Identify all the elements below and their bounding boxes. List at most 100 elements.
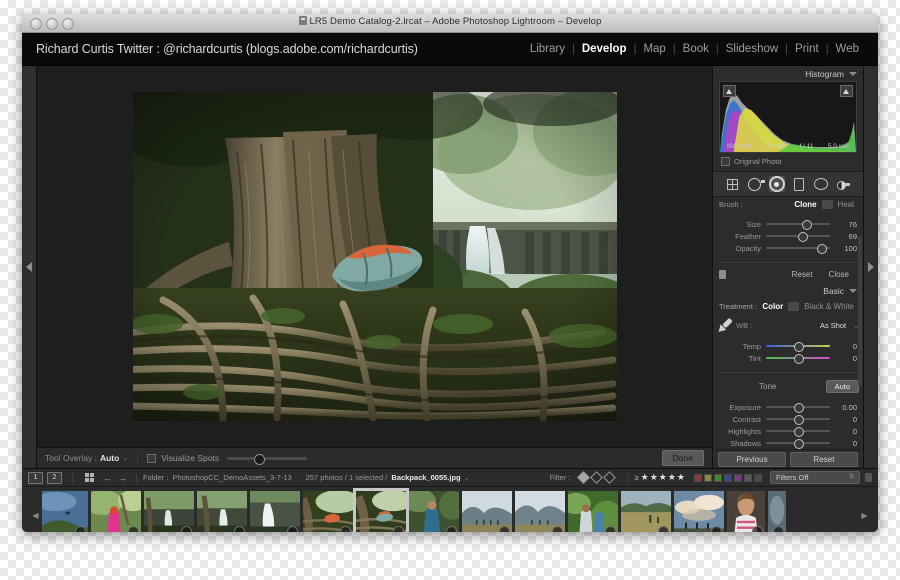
badge-develop-icon[interactable]: [393, 526, 404, 532]
tool-overlay-value[interactable]: Auto: [100, 453, 119, 463]
spot-removal-tool[interactable]: [746, 176, 762, 192]
filmstrip-thumbnail[interactable]: •: [462, 491, 512, 532]
filmstrip-thumbnail[interactable]: [250, 491, 300, 532]
folder-name[interactable]: PhotoshopCC_DemoAssets_3-7-13: [172, 473, 291, 482]
slider-row-temp[interactable]: Temp 0: [719, 340, 857, 352]
flag-filters[interactable]: [576, 471, 616, 484]
slider-knob[interactable]: [794, 427, 804, 437]
histogram[interactable]: ISO 200 20 mm f / 11 5.0 sec: [719, 81, 857, 153]
back-arrow-icon[interactable]: ←: [103, 473, 112, 483]
highlight-clipping-indicator[interactable]: [840, 85, 853, 97]
chevron-down-icon[interactable]: [849, 71, 857, 76]
previous-button[interactable]: Previous: [718, 451, 786, 467]
treatment-row[interactable]: Treatment : Color Black & White: [713, 298, 863, 316]
filmstrip-thumbnail[interactable]: [303, 491, 353, 532]
slider-knob[interactable]: [801, 220, 812, 230]
clone-stamp-icon[interactable]: [719, 270, 726, 279]
slider-row-highlights[interactable]: Highlights 0: [719, 425, 857, 437]
scroll-left-arrow[interactable]: ◀: [32, 511, 39, 520]
slider-row-contrast[interactable]: Contrast 0: [719, 413, 857, 425]
slider-knob[interactable]: [797, 232, 808, 242]
flag-rejected-icon[interactable]: [602, 471, 616, 484]
wb-value[interactable]: As Shot: [820, 321, 846, 330]
visualize-spots-slider[interactable]: [227, 453, 308, 465]
module-book[interactable]: Book: [676, 43, 716, 55]
slider-track[interactable]: [766, 232, 830, 242]
white-balance-row[interactable]: WB : As Shot ⌄: [713, 316, 863, 336]
develop-photo[interactable]: [132, 92, 617, 421]
flag-unflagged-icon[interactable]: [589, 471, 603, 484]
module-picker[interactable]: Library | Develop | Map | Book | Slideshow | Print…: [523, 43, 866, 55]
slider-row-feather[interactable]: Feather 69: [719, 230, 857, 242]
slider-track[interactable]: [766, 439, 830, 449]
rating-operator[interactable]: ≥: [635, 473, 639, 482]
brush-mode-segmented[interactable]: Clone Heal: [789, 200, 859, 209]
color-label-swatch[interactable]: [714, 473, 722, 482]
brush-mode-heal[interactable]: Heal: [833, 200, 859, 209]
treatment-black-white[interactable]: Black & White: [799, 302, 859, 311]
treatment-segmented[interactable]: Color Black & White: [757, 302, 859, 311]
slider-knob[interactable]: [817, 244, 828, 254]
slider-knob[interactable]: [794, 354, 804, 364]
filmstrip-thumbnail[interactable]: ••••: [568, 491, 618, 532]
slider-knob[interactable]: [794, 403, 804, 413]
badge-develop-icon[interactable]: [711, 526, 722, 532]
forward-arrow-icon[interactable]: →: [118, 473, 127, 483]
filmstrip-thumbnail[interactable]: [144, 491, 194, 532]
spot-close-button[interactable]: Close: [821, 270, 857, 279]
filmstrip-thumbnail[interactable]: [197, 491, 247, 532]
badge-develop-icon[interactable]: [128, 526, 139, 532]
filmstrip-thumbnail[interactable]: [768, 491, 786, 532]
slider-track[interactable]: [766, 220, 830, 230]
slider-row-shadows[interactable]: Shadows 0: [719, 437, 857, 449]
eyedropper-icon[interactable]: [715, 317, 733, 335]
brush-mode-row[interactable]: Brush : Clone Heal: [713, 197, 863, 214]
badge-develop-icon[interactable]: [658, 526, 669, 532]
module-library[interactable]: Library: [523, 43, 572, 55]
histogram-header[interactable]: Histogram: [713, 66, 863, 81]
color-label-swatch[interactable]: [694, 473, 702, 482]
tool-strip[interactable]: [713, 171, 863, 197]
rating-stars[interactable]: ★★★★★: [641, 472, 686, 483]
badge-develop-icon[interactable]: [752, 526, 763, 532]
filmstrip-thumbnail[interactable]: •: [515, 491, 565, 532]
filmstrip-thumbnail[interactable]: [42, 491, 88, 532]
spot-reset-button[interactable]: Reset: [784, 270, 821, 279]
slider-knob[interactable]: [794, 439, 804, 449]
module-web[interactable]: Web: [829, 43, 866, 55]
chevron-down-icon[interactable]: [849, 288, 857, 293]
right-panel-scrollbar[interactable]: [858, 236, 862, 386]
slider-track[interactable]: [766, 354, 830, 364]
slider-row-opacity[interactable]: Opacity 100: [719, 242, 857, 254]
module-slideshow[interactable]: Slideshow: [719, 43, 785, 55]
filmstrip-thumbnails[interactable]: ◀ •••••••• ▶: [22, 487, 878, 532]
visualize-spots-checkbox[interactable]: [147, 453, 157, 463]
done-button[interactable]: Done: [661, 450, 704, 466]
module-map[interactable]: Map: [636, 43, 672, 55]
filmstrip-thumbnail[interactable]: •: [727, 491, 765, 532]
color-label-swatch[interactable]: [744, 473, 752, 482]
badge-develop-icon[interactable]: [552, 526, 563, 532]
slider-knob[interactable]: [253, 453, 265, 465]
color-label-swatch[interactable]: [754, 473, 762, 482]
filmstrip-thumbnail[interactable]: [353, 488, 409, 532]
chevron-down-icon[interactable]: ⌄: [122, 454, 128, 462]
basic-header[interactable]: Basic: [713, 283, 863, 298]
badge-develop-icon[interactable]: [234, 526, 245, 532]
color-label-swatch[interactable]: [724, 473, 732, 482]
right-panel-toggle[interactable]: [863, 66, 878, 468]
badge-develop-icon[interactable]: [773, 526, 784, 532]
view-1-button[interactable]: 1: [28, 471, 43, 484]
module-develop[interactable]: Develop: [575, 43, 634, 55]
slider-track[interactable]: [766, 403, 830, 413]
adjustment-brush-tool[interactable]: [836, 176, 852, 192]
flag-pick-icon[interactable]: [576, 471, 590, 484]
slider-track[interactable]: [766, 427, 830, 437]
badge-develop-icon[interactable]: [605, 526, 616, 532]
reset-button[interactable]: Reset: [790, 451, 858, 467]
shadow-clipping-indicator[interactable]: [723, 85, 736, 97]
view-2-button[interactable]: 2: [47, 471, 62, 484]
left-panel-toggle[interactable]: [22, 66, 37, 468]
filmstrip-thumbnail[interactable]: [674, 491, 724, 532]
slider-row-tint[interactable]: Tint 0: [719, 352, 857, 364]
